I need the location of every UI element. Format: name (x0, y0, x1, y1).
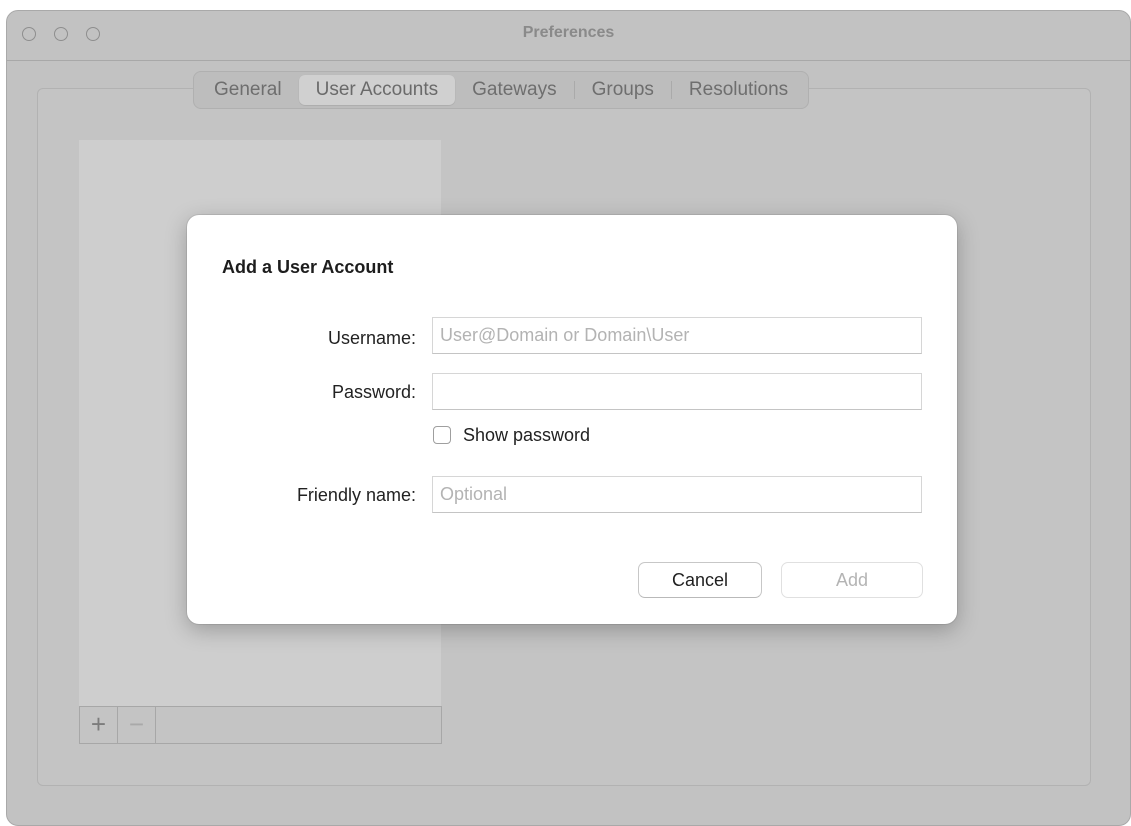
username-field[interactable] (432, 317, 922, 354)
friendly-name-label: Friendly name: (296, 485, 416, 505)
tab-user-accounts[interactable]: User Accounts (298, 75, 456, 105)
dialog-title: Add a User Account (222, 257, 394, 277)
tab-bar: General User Accounts Gateways Groups Re… (193, 71, 810, 109)
add-button[interactable]: Add (781, 562, 923, 598)
friendly-name-field[interactable] (432, 476, 922, 513)
title-bar: Preferences (7, 11, 1130, 61)
show-password-checkbox[interactable] (433, 426, 451, 444)
show-password-label[interactable]: Show password (463, 425, 590, 446)
list-toolbar: + − (79, 706, 442, 744)
username-label: Username: (327, 328, 416, 348)
add-user-account-dialog: Add a User Account Username: Password: S… (187, 215, 957, 624)
add-account-button[interactable]: + (80, 707, 118, 743)
plus-icon: + (90, 709, 107, 739)
minus-icon: − (128, 709, 145, 739)
tab-groups[interactable]: Groups (575, 75, 671, 105)
cancel-button[interactable]: Cancel (638, 562, 762, 598)
remove-account-button[interactable]: − (118, 707, 156, 743)
window-title: Preferences (522, 24, 615, 41)
password-field[interactable] (432, 373, 922, 410)
tab-general[interactable]: General (197, 75, 299, 105)
tab-resolutions[interactable]: Resolutions (672, 75, 805, 105)
password-label: Password: (331, 382, 416, 402)
tab-gateways[interactable]: Gateways (455, 75, 573, 105)
